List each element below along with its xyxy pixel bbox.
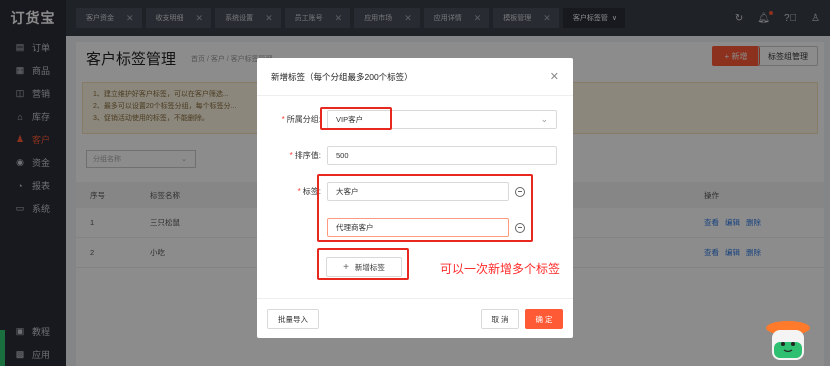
chevron-down-icon: ⌄ xyxy=(540,114,548,124)
tag-label: * 标签: xyxy=(297,187,321,196)
confirm-button[interactable]: 确 定 xyxy=(525,309,563,329)
close-icon[interactable]: ✕ xyxy=(550,70,559,83)
sort-input-value: 500 xyxy=(336,151,349,160)
sort-row: * 排序值: 500 xyxy=(257,146,557,165)
sort-input[interactable]: 500 xyxy=(327,146,557,165)
annotation-box-group xyxy=(320,107,392,130)
batch-import-button[interactable]: 批量导入 xyxy=(267,309,319,329)
mascot-icon xyxy=(766,321,810,360)
cancel-button[interactable]: 取 消 xyxy=(481,309,519,329)
dialog-header: 新增标签（每个分组最多200个标签） ✕ xyxy=(257,58,573,96)
sort-label: * 排序值: xyxy=(289,151,321,160)
group-row: * 所属分组: VIP客户 ⌄ xyxy=(257,110,557,129)
annotation-text: 可以一次新增多个标签 xyxy=(440,262,561,276)
annotation-box-add xyxy=(317,248,409,280)
annotation-box-tags xyxy=(317,174,533,242)
dialog-footer: 批量导入 取 消 确 定 xyxy=(257,298,573,338)
group-label: * 所属分组: xyxy=(281,115,321,124)
dialog-title: 新增标签（每个分组最多200个标签） xyxy=(271,71,413,82)
